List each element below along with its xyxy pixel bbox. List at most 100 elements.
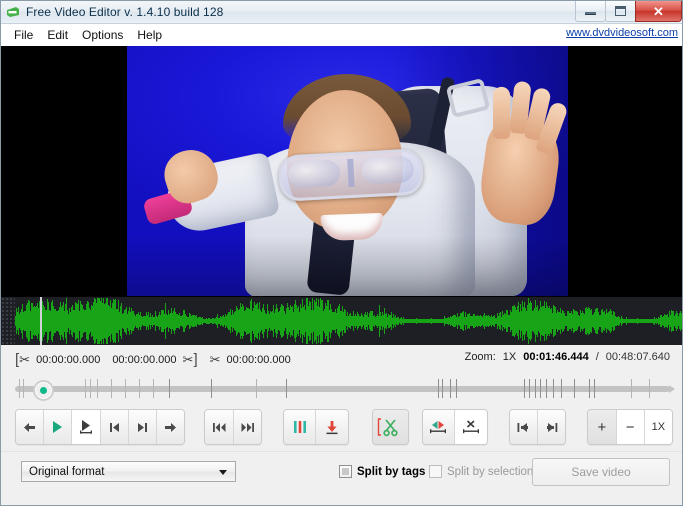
timeline-tick [631, 379, 632, 398]
step-back-button[interactable] [16, 410, 45, 444]
timeline-tick [90, 379, 91, 398]
playback-button-group [15, 409, 186, 445]
timeline-tick [438, 379, 439, 398]
goto-button-group [508, 409, 567, 445]
selection-duration: 00:00:00.000 [112, 353, 177, 366]
save-video-label: Save video [571, 465, 631, 479]
scissors-total-icon: ✂ [209, 352, 221, 367]
video-preview-area[interactable] [1, 46, 682, 296]
timecode-row: [ ✂ 00:00:00.000 00:00:00.000 ✂ ] ✂ 00:0… [1, 345, 682, 373]
cut-selection-button[interactable] [372, 410, 408, 444]
frame-vignette [127, 236, 568, 296]
title-bar: Free Video Editor v. 1.4.10 build 128 ✕ [1, 1, 682, 24]
timeline-tick [594, 379, 595, 398]
close-button[interactable]: ✕ [635, 1, 682, 22]
output-format-value: Original format [29, 465, 105, 478]
delete-region-button[interactable] [455, 410, 487, 444]
insert-marker-button[interactable] [316, 410, 348, 444]
menu-item-file[interactable]: File [7, 26, 40, 44]
zoom-button-group: + − 1X [587, 409, 674, 445]
timeline-tick [125, 379, 126, 398]
play-selection-button[interactable] [72, 410, 101, 444]
timeline-tick [524, 379, 525, 398]
jump-end-button[interactable] [233, 410, 262, 444]
bracket-close-icon: ] [193, 351, 198, 368]
finger [493, 86, 511, 139]
free-video-editor-window: Free Video Editor v. 1.4.10 build 128 ✕ … [0, 0, 683, 506]
cut-button-group [371, 409, 409, 445]
website-link[interactable]: www.dvdvideosoft.com [566, 27, 678, 39]
maximize-button[interactable] [605, 1, 636, 22]
goto-selection-end-button[interactable] [537, 410, 566, 444]
split-by-tags-checkbox[interactable]: Split by tags [339, 465, 425, 478]
timeline-tick [529, 379, 530, 398]
timeline-tick [139, 379, 140, 398]
timeline-tick [561, 379, 562, 398]
selection-start-time: 00:00:00.000 [36, 353, 101, 366]
zoom-reset-icon: 1X [651, 421, 666, 433]
split-by-tags-label: Split by tags [357, 465, 426, 478]
menu-item-help[interactable]: Help [130, 26, 169, 44]
timeline-tick [553, 379, 554, 398]
total-time: 00:48:07.640 [605, 351, 670, 363]
timeline-tick [153, 379, 154, 398]
timeline-tick [649, 379, 650, 398]
jump-start-button[interactable] [205, 410, 234, 444]
goggles-icon [277, 148, 425, 202]
video-frame [127, 46, 568, 296]
maximize-icon [615, 6, 626, 16]
menu-item-options[interactable]: Options [75, 26, 130, 44]
timeline-tick [111, 379, 112, 398]
menu-item-edit[interactable]: Edit [40, 26, 75, 44]
next-frame-button[interactable] [128, 410, 158, 444]
selection-timecodes: [ ✂ 00:00:00.000 00:00:00.000 ✂ ] ✂ 00:0… [15, 351, 297, 368]
play-button[interactable] [44, 410, 73, 444]
waveform-canvas[interactable] [15, 297, 682, 345]
timeline-tick [535, 379, 536, 398]
thumb-dot-icon [40, 387, 47, 394]
waveform-grip-handle[interactable] [1, 297, 15, 345]
timeline-thumb[interactable] [33, 380, 54, 401]
menu-bar: File Edit Options Help www.dvdvideosoft.… [1, 24, 682, 46]
playback-position-info: Zoom: 1X 00:01:46.444 / 00:48:07.640 [465, 351, 670, 363]
split-by-selections-checkbox: Split by selections [429, 465, 539, 478]
zoom-label: Zoom: [464, 351, 496, 363]
close-icon: ✕ [653, 3, 664, 19]
timeline-tick [589, 379, 590, 398]
step-forward-button[interactable] [157, 410, 185, 444]
select-region-button[interactable] [422, 410, 456, 444]
zoom-value: 1X [502, 351, 517, 363]
timeline-tick [85, 379, 86, 398]
split-by-selections-label: Split by selections [447, 465, 540, 478]
checkbox-box [429, 465, 442, 478]
save-video-button: Save video [532, 458, 670, 486]
zoom-out-button[interactable]: − [616, 410, 645, 444]
zoom-in-button[interactable]: + [588, 410, 617, 444]
window-title: Free Video Editor v. 1.4.10 build 128 [26, 5, 224, 19]
timeline-tick [169, 379, 170, 398]
jump-button-group [204, 409, 263, 445]
timeline-slider[interactable] [1, 373, 682, 403]
minimize-button[interactable] [575, 1, 606, 22]
plus-icon: + [597, 418, 607, 436]
chevron-down-icon [219, 469, 227, 475]
goto-selection-start-button[interactable] [509, 410, 538, 444]
markers-button[interactable] [284, 410, 317, 444]
timeline-tick [23, 379, 24, 398]
checkbox-box[interactable] [339, 465, 352, 478]
window-controls: ✕ [575, 1, 682, 22]
timeline-tick [574, 379, 575, 398]
time-separator: / [595, 351, 599, 363]
bottom-bar: Original format Split by tags Split by s… [1, 451, 682, 505]
timeline-tick [456, 379, 457, 398]
timeline-track[interactable] [15, 385, 675, 393]
video-editor-icon [5, 4, 21, 20]
audio-waveform-panel[interactable] [1, 296, 682, 345]
timeline-tick [546, 379, 547, 398]
zoom-reset-button[interactable]: 1X [644, 410, 673, 444]
prev-frame-button[interactable] [100, 410, 129, 444]
minimize-icon [585, 11, 596, 15]
output-format-select[interactable]: Original format [21, 461, 236, 482]
waveform-playhead[interactable] [40, 297, 42, 345]
transport-toolbar: + − 1X [1, 403, 682, 451]
